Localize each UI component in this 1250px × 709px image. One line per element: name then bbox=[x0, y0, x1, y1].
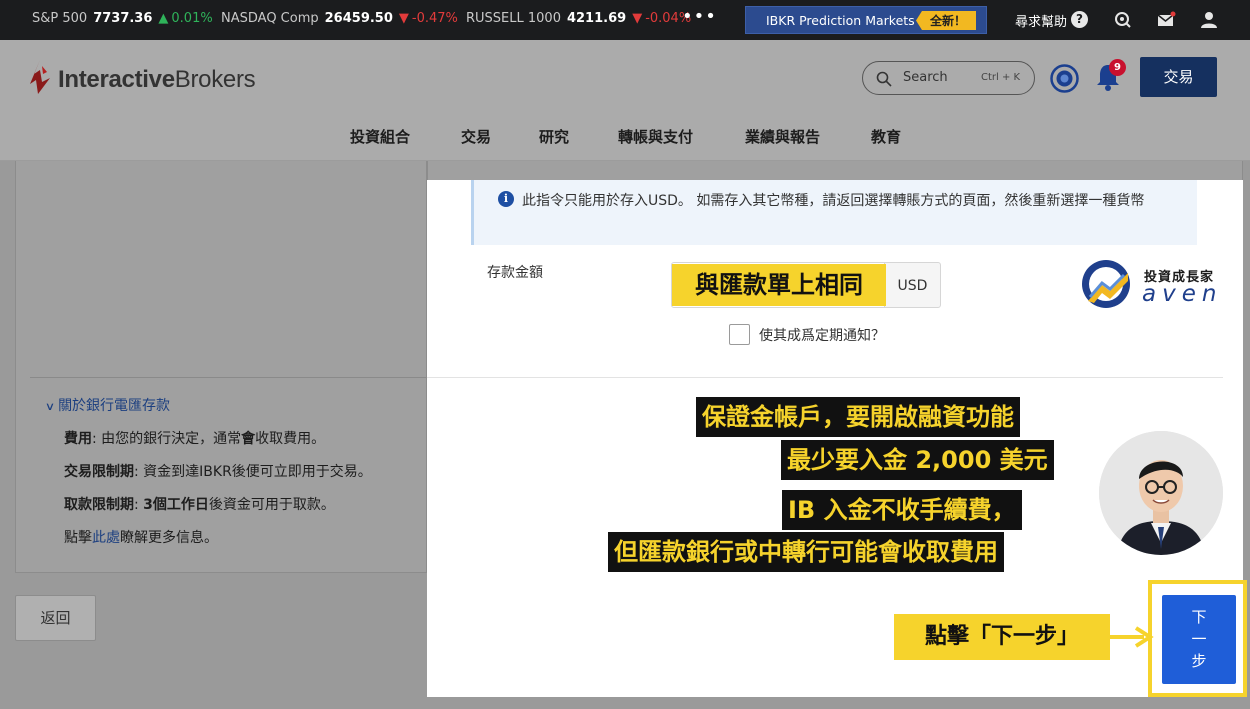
annotation-bank-fee: 但匯款銀行或中轉行可能會收取費用 bbox=[608, 532, 1004, 572]
amount-highlight-annotation: 與匯款單上相同 bbox=[672, 264, 886, 306]
ticker-nasdaq[interactable]: NASDAQ Comp 26459.50 ▼ -0.47% bbox=[221, 11, 458, 26]
aven-logo-icon bbox=[1082, 260, 1130, 308]
help-icon[interactable]: ? bbox=[1071, 11, 1088, 28]
up-arrow-icon: ▲ bbox=[158, 11, 169, 26]
annotation-margin-account: 保證金帳戶，要開啟融資功能 bbox=[696, 397, 1020, 437]
aven-brand-badge: 投資成長家 aven bbox=[1080, 257, 1230, 311]
annotation-min-deposit: 最少要入金 2,000 美元 bbox=[781, 440, 1054, 480]
currency-addon: USD bbox=[884, 262, 941, 308]
info-more: 點擊此處瞭解更多信息。 bbox=[64, 530, 218, 546]
divider bbox=[30, 377, 427, 378]
down-arrow-icon: ▼ bbox=[632, 11, 643, 26]
chat-icon[interactable] bbox=[1113, 10, 1133, 30]
bank-wire-info-toggle[interactable]: ∨ 關於銀行電匯存款 bbox=[44, 395, 170, 415]
market-ticker-bar: S&P 500 7737.36 ▲ 0.01% NASDAQ Comp 26459.50… bbox=[0, 0, 1250, 40]
info-icon: i bbox=[498, 191, 514, 207]
back-button[interactable]: 返回 bbox=[15, 595, 96, 641]
person-icon bbox=[1099, 431, 1223, 555]
new-badge: 全新！ bbox=[915, 11, 976, 30]
main-nav: 投資組合 交易 研究 轉帳與支付 業績與報告 教育 bbox=[0, 126, 1250, 150]
ticker-russell[interactable]: RUSSELL 1000 4211.69 ▼ -0.04% bbox=[466, 11, 691, 26]
main-panel-top bbox=[427, 161, 1243, 180]
click-next-annotation: 點擊「下一步」 bbox=[894, 614, 1110, 660]
down-arrow-icon: ▼ bbox=[398, 11, 409, 26]
mail-icon[interactable] bbox=[1156, 10, 1176, 30]
notification-count-badge: 9 bbox=[1109, 59, 1126, 76]
nav-research[interactable]: 研究 bbox=[539, 126, 569, 147]
recurring-checkbox[interactable] bbox=[729, 324, 750, 345]
account-globe-icon[interactable] bbox=[1050, 64, 1079, 93]
search-input[interactable]: Search Ctrl + K bbox=[862, 61, 1035, 95]
nav-portfolio[interactable]: 投資組合 bbox=[350, 126, 410, 147]
trade-button[interactable]: 交易 bbox=[1140, 57, 1217, 97]
divider bbox=[427, 377, 1223, 378]
info-fees: 費用: 由您的銀行決定，通常會收取費用。 bbox=[64, 431, 326, 447]
next-step-button[interactable]: 下 一 步 bbox=[1162, 595, 1236, 684]
search-icon bbox=[876, 71, 892, 87]
nav-trade[interactable]: 交易 bbox=[461, 126, 491, 147]
nav-performance-reports[interactable]: 業績與報告 bbox=[745, 126, 820, 147]
more-info-link[interactable]: 此處 bbox=[92, 530, 120, 546]
site-header: InteractiveBrokers Search Ctrl + K 9 交易 … bbox=[0, 40, 1250, 161]
nav-transfer-pay[interactable]: 轉帳與支付 bbox=[618, 126, 693, 147]
user-icon[interactable] bbox=[1199, 10, 1219, 30]
nav-education[interactable]: 教育 bbox=[871, 126, 901, 147]
ib-flame-icon bbox=[30, 60, 50, 94]
search-shortcut: Ctrl + K bbox=[981, 72, 1021, 83]
more-tickers-icon[interactable]: ••• bbox=[682, 6, 717, 27]
help-link[interactable]: 尋求幫助 bbox=[1015, 11, 1067, 30]
currency-notice: i 此指令只能用於存入USD。 如需存入其它幣種，請返回選擇轉賬方式的頁面，然後… bbox=[471, 180, 1197, 245]
recurring-label: 使其成爲定期通知？ bbox=[759, 328, 885, 344]
avatar bbox=[1099, 431, 1223, 555]
deposit-amount-label: 存款金額 bbox=[487, 265, 543, 281]
info-withdraw-hold: 取款限制期: 3個工作日後資金可用于取款。 bbox=[64, 497, 335, 513]
info-trade-hold: 交易限制期: 資金到達IBKR後便可立即用于交易。 bbox=[64, 464, 372, 480]
interactive-brokers-logo[interactable]: InteractiveBrokers bbox=[30, 56, 270, 100]
ticker-sp500[interactable]: S&P 500 7737.36 ▲ 0.01% bbox=[32, 11, 213, 26]
annotation-no-fee: IB 入金不收手續費， bbox=[782, 490, 1022, 530]
prediction-markets-banner[interactable]: IBKR Prediction Markets 全新！ bbox=[745, 6, 987, 34]
chevron-down-icon: ∨ bbox=[44, 400, 56, 413]
